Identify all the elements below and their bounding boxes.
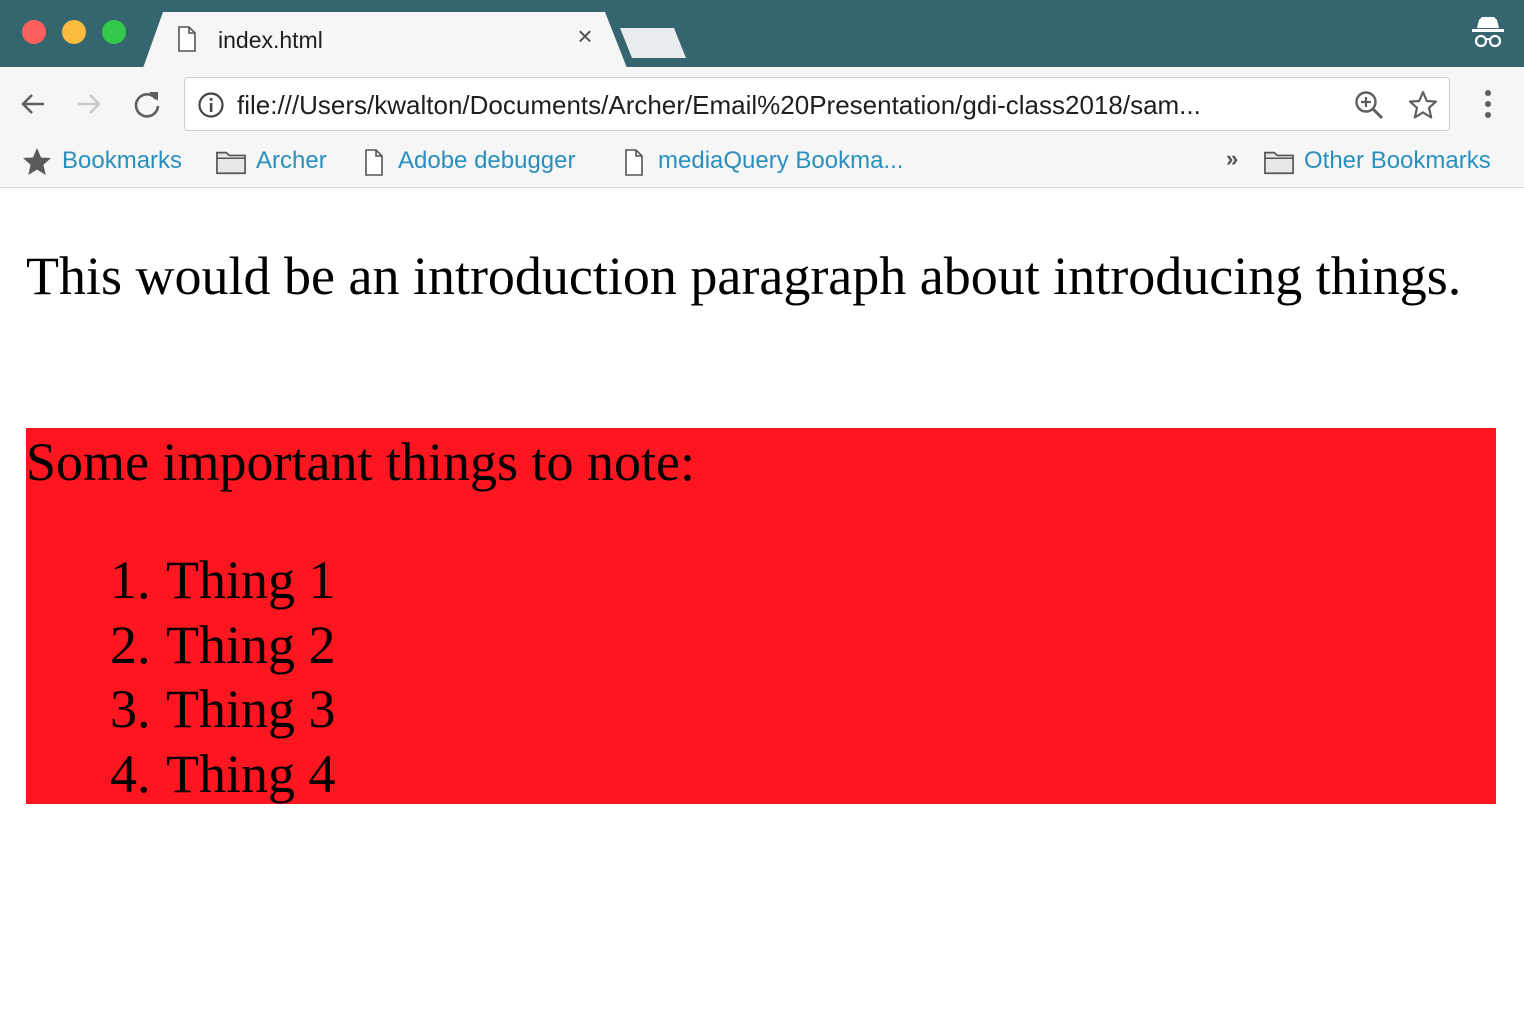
bookmark-label: Archer xyxy=(256,147,327,174)
bookmark-label: Bookmarks xyxy=(62,147,183,174)
menu-kebab-icon[interactable] xyxy=(1474,87,1502,121)
bookmarks-bar: Bookmarks Archer Adobe debugger mediaQue… xyxy=(0,142,1524,188)
list-item-text: Thing 4 xyxy=(166,743,336,804)
folder-icon xyxy=(1264,151,1294,175)
new-tab-button[interactable] xyxy=(620,28,686,58)
list-item-number: 2. xyxy=(110,614,151,675)
page-icon xyxy=(365,149,383,176)
bookmark-label: mediaQuery Bookma... xyxy=(658,147,904,174)
window-close-button[interactable] xyxy=(22,20,46,44)
page-icon xyxy=(178,26,196,52)
url-text[interactable]: file:///Users/kwalton/Documents/Archer/E… xyxy=(237,90,1337,121)
list-item-text: Thing 3 xyxy=(166,679,336,739)
address-bar[interactable]: file:///Users/kwalton/Documents/Archer/E… xyxy=(184,77,1450,131)
star-icon xyxy=(23,148,51,175)
intro-paragraph: This would be an introduction paragraph … xyxy=(26,246,1462,306)
browser-toolbar: file:///Users/kwalton/Documents/Archer/E… xyxy=(0,67,1524,142)
bookmark-star-icon[interactable] xyxy=(1407,89,1439,121)
incognito-icon xyxy=(1472,17,1504,48)
bookmark-label: Adobe debugger xyxy=(398,147,576,174)
back-arrow-icon[interactable] xyxy=(16,87,50,121)
tab-index-html[interactable]: index.html × xyxy=(143,12,627,68)
list-item-number: 1. xyxy=(110,550,151,610)
page-icon xyxy=(625,149,643,176)
bookmarks-overflow-chevron[interactable]: » xyxy=(1226,146,1238,172)
list-item-text: Thing 1 xyxy=(166,550,336,610)
window-maximize-button[interactable] xyxy=(102,20,126,44)
window-minimize-button[interactable] xyxy=(62,20,86,44)
browser-titlebar: index.html × xyxy=(0,0,1524,68)
list-item-text: Thing 2 xyxy=(166,614,336,675)
info-icon[interactable] xyxy=(197,91,225,119)
notes-title: Some important things to note: xyxy=(26,432,695,492)
zoom-in-icon[interactable] xyxy=(1353,89,1385,121)
list-item-number: 3. xyxy=(110,679,151,739)
bookmark-label: Other Bookmarks xyxy=(1304,147,1491,174)
list-item-number: 4. xyxy=(110,743,151,804)
folder-icon xyxy=(216,151,246,175)
forward-arrow-icon[interactable] xyxy=(72,87,106,121)
tab-close-icon[interactable]: × xyxy=(571,22,599,50)
reload-icon[interactable] xyxy=(130,87,164,121)
important-notes-box: Some important things to note: 1. Thing … xyxy=(26,428,1496,804)
page-content: This would be an introduction paragraph … xyxy=(0,188,1524,1028)
tab-title: index.html xyxy=(218,27,323,53)
